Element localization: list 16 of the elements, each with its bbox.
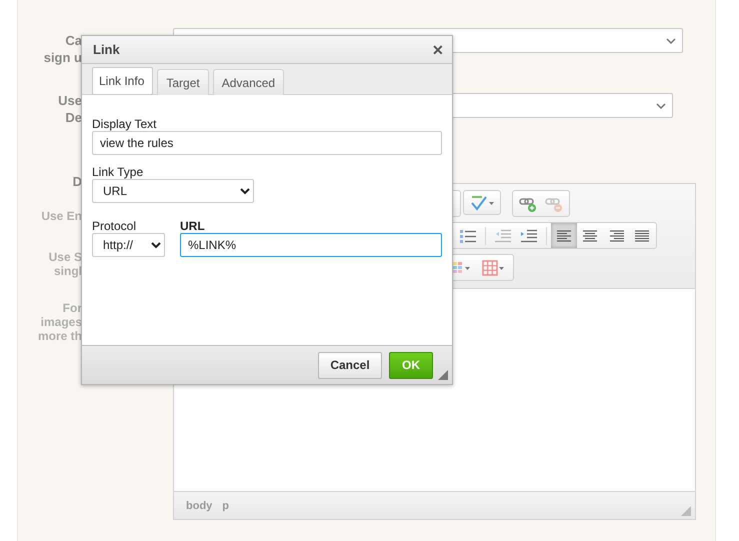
field-label: Link Type	[92, 165, 144, 179]
field-label: sign u	[44, 49, 82, 66]
field-label: Protocol	[92, 219, 138, 233]
field-label: singl	[54, 264, 82, 278]
dialog-title: Link	[93, 42, 120, 57]
field-label: URL	[180, 219, 206, 233]
field-label: Use S	[48, 250, 82, 264]
field-label: images	[40, 315, 82, 329]
field-label: Ca	[65, 32, 82, 49]
field-label: De	[65, 109, 82, 126]
field-label: more th	[38, 329, 82, 343]
field-label: Display Text	[92, 117, 158, 131]
field-label: D	[72, 173, 82, 190]
field-label: Use En	[41, 209, 82, 223]
field-label: For	[62, 301, 82, 315]
field-label: Use	[58, 92, 82, 109]
